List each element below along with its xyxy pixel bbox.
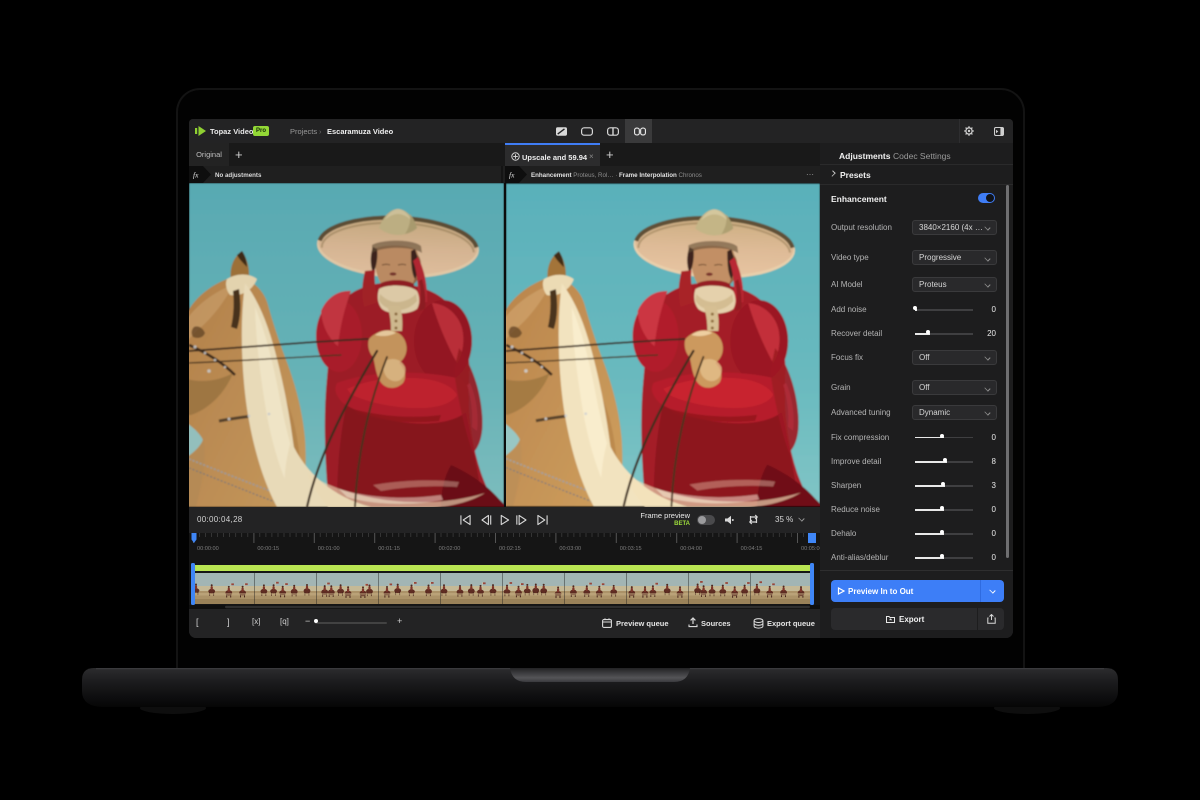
svg-text:00:03:00: 00:03:00: [559, 546, 581, 552]
svg-text:00:04:15: 00:04:15: [741, 546, 763, 552]
svg-text:00:04:00: 00:04:00: [680, 546, 702, 552]
svg-text:00:02:00: 00:02:00: [439, 546, 461, 552]
svg-text:00:00:15: 00:00:15: [257, 546, 279, 552]
svg-text:00:01:00: 00:01:00: [318, 546, 340, 552]
svg-text:00:02:15: 00:02:15: [499, 546, 521, 552]
svg-text:fx: fx: [509, 171, 515, 180]
svg-text:00:05:00: 00:05:00: [801, 546, 820, 552]
svg-text:00:00:00: 00:00:00: [197, 546, 219, 552]
svg-text:00:01:15: 00:01:15: [378, 546, 400, 552]
svg-text:fx: fx: [193, 171, 199, 180]
svg-text:00:03:15: 00:03:15: [620, 546, 642, 552]
